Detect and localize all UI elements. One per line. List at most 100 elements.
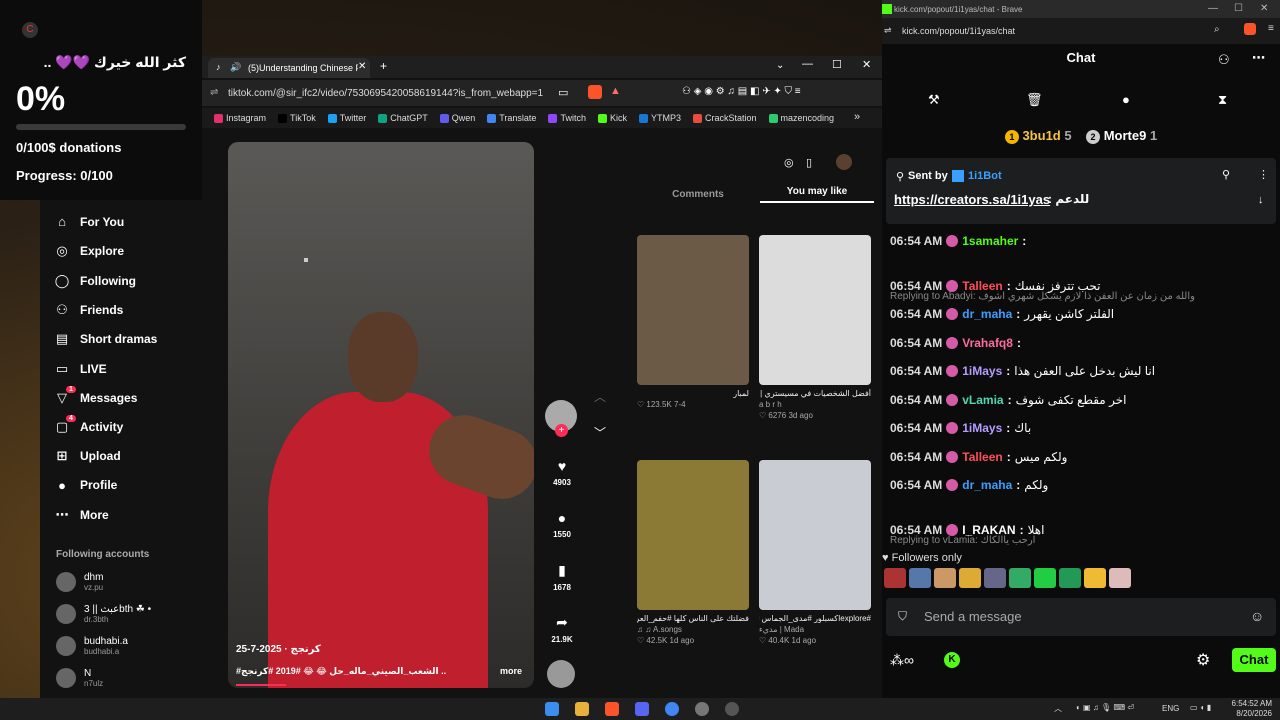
emoji-icon[interactable]: ☺ xyxy=(1250,608,1264,624)
brave-shields-icon[interactable] xyxy=(588,85,602,99)
nav-short-dramas[interactable]: ▤ Short dramas xyxy=(54,331,158,347)
nav-messages[interactable]: ▽ 1 Messages xyxy=(54,385,137,406)
minimize-icon[interactable]: — xyxy=(802,58,813,70)
address-bar[interactable]: ⇌ tiktok.com/@sir_ifc2/video/75306954200… xyxy=(202,80,882,106)
site-info-icon[interactable]: ⇌ xyxy=(210,87,218,98)
next-video-icon[interactable]: ﹀ xyxy=(594,424,606,441)
chat-send-button[interactable]: Chat xyxy=(1232,648,1276,672)
send-message-input[interactable]: ⛉ Send a message ☺ xyxy=(886,598,1276,636)
video-thumbnail[interactable] xyxy=(759,235,871,385)
video-author[interactable]: ♫ ♫ A.songs xyxy=(637,625,749,634)
chat-username[interactable]: 1iMays xyxy=(962,421,1002,435)
gifter-name[interactable]: Morte9 xyxy=(1104,128,1147,143)
bot-name[interactable]: 1i1Bot xyxy=(968,170,1002,182)
emote[interactable] xyxy=(959,568,981,588)
more-icon[interactable]: ⋮ xyxy=(1258,168,1269,181)
network-volume-icons[interactable]: ▭ ◖ ▮ xyxy=(1190,703,1211,712)
following-account[interactable]: budhabi.a budhabi.a xyxy=(56,636,128,656)
sound-avatar[interactable] xyxy=(547,660,575,688)
profile-avatar[interactable] xyxy=(836,154,852,170)
chat-username[interactable]: 1iMays xyxy=(962,364,1002,378)
video-author[interactable]: a b r h xyxy=(759,400,871,409)
chrome-icon[interactable] xyxy=(665,702,679,716)
pinned-link[interactable]: https://creators.sa/1i1yas xyxy=(894,192,1050,207)
nav-for-you[interactable]: ⌂ For You xyxy=(54,214,124,229)
chat-username[interactable]: vLamia xyxy=(962,393,1003,407)
extensions-icon[interactable]: ⚇ ◈ ◉ ⚙ ♫ ▤ ◧ ✈ ✦ ⛉ ≡ xyxy=(682,86,801,97)
tab-comments[interactable]: Comments xyxy=(636,189,760,200)
clock-time[interactable]: 6:54:52 AM xyxy=(1226,699,1272,708)
brave-browser-icon[interactable] xyxy=(605,702,619,716)
bookmark-2[interactable]: Twitter xyxy=(327,113,366,123)
emote[interactable] xyxy=(1009,568,1031,588)
share-button[interactable]: ➦ 21.9K xyxy=(542,614,582,644)
follow-plus-icon[interactable]: + xyxy=(555,424,568,437)
hammer-icon[interactable]: ⚒ xyxy=(928,92,940,108)
bookmark-0[interactable]: Instagram xyxy=(214,113,266,123)
chat-username[interactable]: dr_maha xyxy=(962,478,1012,492)
discord-icon[interactable] xyxy=(635,702,649,716)
chevron-down-icon[interactable]: ⌄ xyxy=(776,60,784,71)
video-thumbnail[interactable] xyxy=(637,235,749,385)
cast-icon[interactable]: ▭ xyxy=(558,86,568,99)
recommended-video[interactable]: لمبار ♡ 123.5K 7-4 xyxy=(637,235,749,409)
maximize-icon[interactable]: ☐ xyxy=(832,58,842,71)
speaker-icon[interactable]: 🔊 xyxy=(230,62,241,73)
new-tab-icon[interactable]: + xyxy=(380,59,387,73)
unpin-icon[interactable]: ⚲ xyxy=(1222,168,1230,181)
brave-rewards-icon[interactable]: ▲ xyxy=(610,85,621,97)
emote[interactable] xyxy=(909,568,931,588)
clock-date[interactable]: 8/20/2026 xyxy=(1226,709,1272,718)
recommended-video[interactable]: فضلتك على الناس كلها #حفم_العراقي ♫ ♫ A.s… xyxy=(637,460,749,645)
nav-activity[interactable]: ▢ 4 Activity xyxy=(54,415,123,435)
nav-profile[interactable]: ● Profile xyxy=(54,478,117,493)
emote[interactable] xyxy=(884,568,906,588)
video-thumbnail[interactable] xyxy=(637,460,749,610)
site-info-icon[interactable]: ⇌ xyxy=(884,25,892,36)
chat-username[interactable]: Talleen xyxy=(962,450,1002,464)
video-author-date[interactable]: كرنجج · 2025-7-25 xyxy=(236,644,321,655)
chat-minimize-icon[interactable]: — xyxy=(1208,3,1218,14)
zoom-icon[interactable]: ⌕ xyxy=(1214,24,1220,35)
like-button[interactable]: ♥ 4903 xyxy=(542,458,582,487)
previous-video-icon[interactable]: ︿ xyxy=(594,388,606,405)
video-more-link[interactable]: more xyxy=(500,666,522,676)
chat-address-bar[interactable]: ⇌ kick.com/popout/1i1yas/chat ⌕ ≡ xyxy=(882,18,1280,44)
bookmark-8[interactable]: YTMP3 xyxy=(638,113,681,123)
save-button[interactable]: ▮ 1678 xyxy=(542,562,582,592)
device-icon[interactable]: ▯ xyxy=(806,156,812,169)
tool-icon[interactable]: ◎ xyxy=(784,156,794,169)
following-account[interactable]: dhm vz.pu xyxy=(56,572,103,592)
bookmark-1[interactable]: TikTok xyxy=(278,113,316,123)
following-account[interactable]: 3 || ﻋﺒﺚbth ☘ • dr.3bth xyxy=(56,604,151,624)
nav-live[interactable]: ▭ LIVE xyxy=(54,361,107,377)
video-author[interactable]: مديء | Mada xyxy=(759,625,871,634)
more-options-icon[interactable]: ⋯ xyxy=(1252,50,1265,66)
chat-close-icon[interactable]: ✕ xyxy=(1260,3,1268,14)
nav-more[interactable]: ⋯ More xyxy=(54,507,109,523)
video-player[interactable]: كرنجج · 2025-7-25 #الشعب_الصيني_ماله_حل … xyxy=(228,142,534,688)
emote[interactable] xyxy=(1109,568,1131,588)
tray-expand-icon[interactable]: ︿ xyxy=(1054,703,1062,714)
settings-gear-icon[interactable]: ⚙ xyxy=(1196,650,1210,670)
chat-bubble-icon[interactable]: ● xyxy=(1122,92,1130,107)
browser-tab[interactable]: ♪ 🔊 (5)Understanding Chinese Po ✕ xyxy=(208,58,370,78)
emote[interactable] xyxy=(1084,568,1106,588)
bookmark-10[interactable]: mazencoding xyxy=(768,113,834,123)
bookmark-5[interactable]: Translate xyxy=(487,113,536,123)
chat-username[interactable]: Vrahafq8 xyxy=(962,336,1013,350)
emote[interactable] xyxy=(1034,568,1056,588)
comment-button[interactable]: ● 1550 xyxy=(542,510,582,539)
bookmark-6[interactable]: Twitch xyxy=(548,113,586,123)
chat-username[interactable]: 1samaher xyxy=(962,234,1018,248)
recommended-video[interactable]: أفضل الشخصيات في مسيستري | @SXB@ عالمي س… xyxy=(759,235,871,420)
nav-following[interactable]: ◯ Following xyxy=(54,273,136,289)
menu-icon[interactable]: ≡ xyxy=(1268,23,1274,34)
nav-friends[interactable]: ⚇ Friends xyxy=(54,302,123,318)
obs-icon[interactable] xyxy=(695,702,709,716)
more-bookmarks-icon[interactable]: » xyxy=(854,111,860,123)
chat-username[interactable]: dr_maha xyxy=(962,307,1012,321)
emote[interactable] xyxy=(934,568,956,588)
chat-username[interactable]: I_RAKAN xyxy=(962,523,1015,537)
brave-shields-icon[interactable] xyxy=(1244,23,1256,35)
